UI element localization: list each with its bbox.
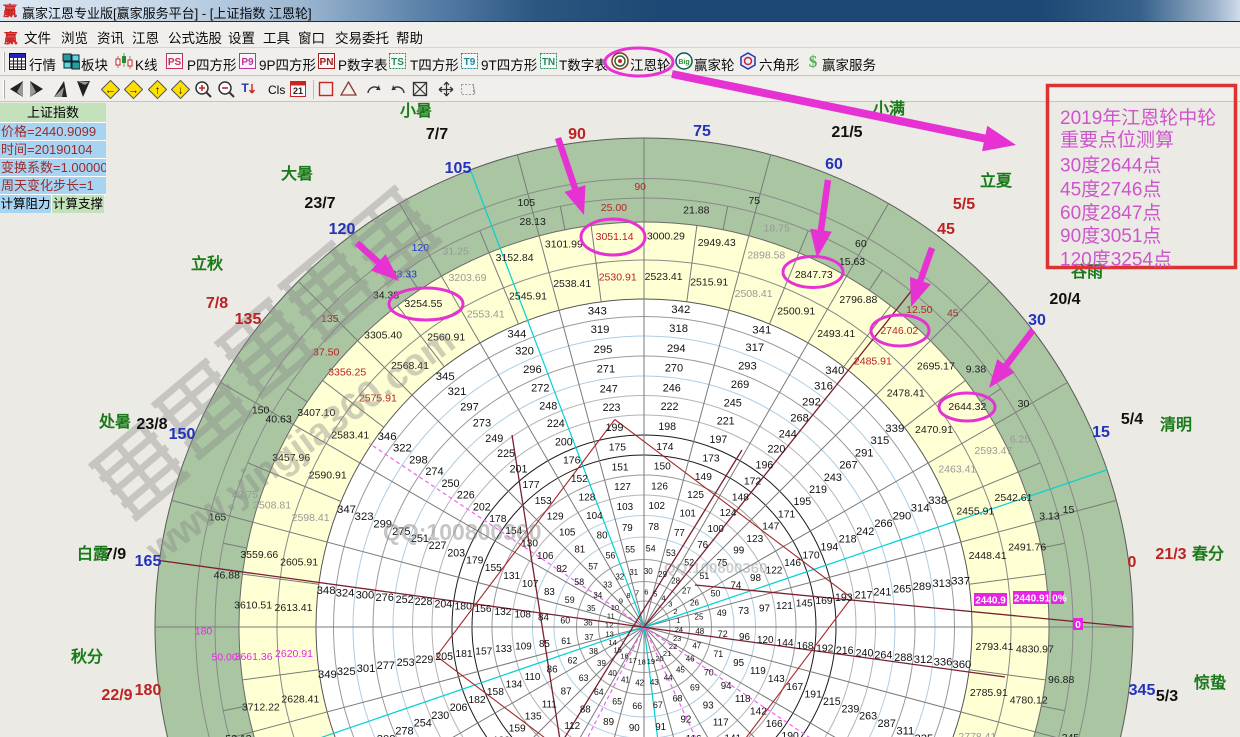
svg-text:45度2746点: 45度2746点: [1060, 179, 1161, 201]
svg-text:30度2644点: 30度2644点: [1060, 155, 1161, 177]
svg-text:90度3051点: 90度3051点: [1060, 225, 1161, 247]
svg-text:120度3254点: 120度3254点: [1060, 249, 1172, 271]
svg-text:2019年江恩轮中轮: 2019年江恩轮中轮: [1060, 107, 1216, 129]
svg-text:60度2847点: 60度2847点: [1060, 202, 1161, 224]
svg-text:重要点位测算: 重要点位测算: [1060, 129, 1174, 151]
